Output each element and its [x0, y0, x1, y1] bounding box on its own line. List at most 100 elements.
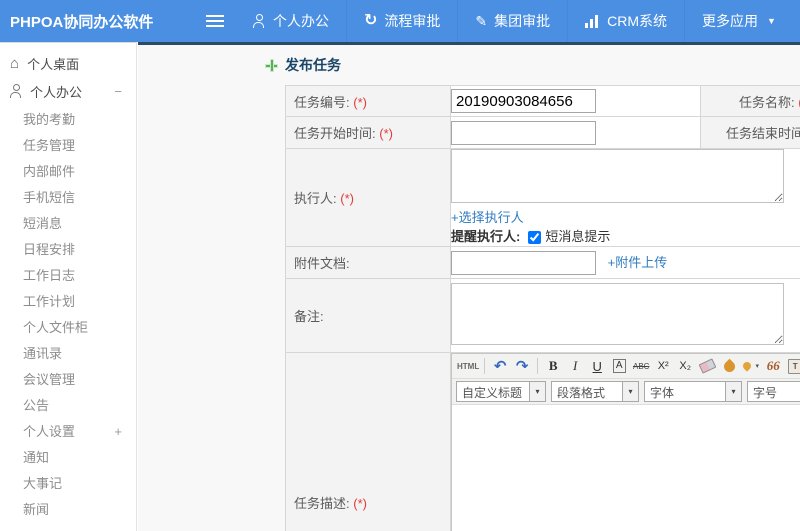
caret-down-icon: ▾ [529, 382, 545, 401]
top-navbar: PHPOA协同办公软件 个人办公 ↻ 流程审批 ✎ 集团审批 CRM系统 更多应… [0, 0, 800, 42]
bold-button[interactable]: B [543, 356, 563, 376]
sidebar-item-task-management[interactable]: 任务管理 [0, 133, 136, 159]
sms-notify-checkbox[interactable] [528, 230, 542, 244]
sidebar-item-notice[interactable]: 通知 [0, 445, 136, 471]
brush-icon [721, 358, 737, 374]
page-title-bar: 发布任务 [265, 45, 800, 85]
nav-more-apps[interactable]: 更多应用 ▼ [684, 0, 793, 42]
nav-label: CRM系统 [607, 13, 668, 29]
redo-button[interactable]: ↷ [512, 356, 532, 376]
chart-icon [585, 14, 600, 28]
sidebar-item-announcement[interactable]: 公告 [0, 393, 136, 419]
editor-toolbar-row1: HTML ↶ ↷ B I U A ABC X² X₂ ▾ 66 T [452, 354, 800, 379]
sidebar-submenu: 我的考勤 任务管理 内部邮件 手机短信 短消息 日程安排 工作日志 工作计划 个… [0, 107, 136, 523]
sidebar-item-label: 个人桌面 [27, 56, 80, 72]
sidebar-item-attendance[interactable]: 我的考勤 [0, 107, 136, 133]
paragraph-format-select[interactable]: 段落格式 ▾ [551, 381, 639, 402]
sidebar-item-file-cabinet[interactable]: 个人文件柜 [0, 315, 136, 341]
sidebar-item-work-log[interactable]: 工作日志 [0, 263, 136, 289]
emoticon-button[interactable]: ▾ [741, 356, 761, 376]
select-value: 自定义标题 [462, 386, 523, 400]
nav-process-approval[interactable]: ↻ 流程审批 [346, 0, 457, 42]
executor-textarea[interactable] [451, 149, 784, 203]
expand-icon[interactable]: + [114, 419, 122, 445]
sidebar-item-internal-mail[interactable]: 内部邮件 [0, 159, 136, 185]
select-value: 字号 [753, 386, 778, 400]
start-time-input[interactable] [451, 120, 596, 145]
sidebar-item-meeting[interactable]: 会议管理 [0, 367, 136, 393]
sidebar: ⌂ 个人桌面 个人办公 − 我的考勤 任务管理 内部邮件 手机短信 短消息 日程… [0, 42, 137, 531]
text-style-button[interactable]: A [609, 356, 629, 376]
blockquote-button[interactable]: 66 [763, 356, 783, 376]
undo-button[interactable]: ↶ [490, 356, 510, 376]
field-label-description: 任务描述: [294, 496, 350, 511]
field-label-end-time: 任务结束时间: [726, 126, 800, 141]
menu-toggle-button[interactable] [200, 6, 230, 36]
field-label-remark: 备注: [294, 309, 324, 324]
nav-label: 集团审批 [494, 13, 551, 29]
select-value: 段落格式 [557, 386, 606, 400]
home-icon: ⌂ [10, 54, 20, 72]
paste-template-button[interactable]: T [785, 356, 800, 376]
eraser-icon [698, 358, 717, 374]
clipboard-icon: T [788, 358, 800, 374]
main-content: 发布任务 任务编号: (*) 任务名称: (*) 任务开始时间: (*) [138, 42, 800, 531]
add-icon [265, 58, 278, 72]
nav-label: 更多应用 [702, 13, 759, 29]
nav-label: 个人办公 [273, 13, 329, 29]
required-mark: (*) [340, 191, 354, 206]
font-family-select[interactable]: 字体 ▾ [644, 381, 742, 402]
field-label-task-no: 任务编号: [294, 94, 350, 110]
field-label-attachment: 附件文档: [294, 256, 350, 271]
collapse-icon[interactable]: − [114, 84, 122, 99]
task-form: 任务编号: (*) 任务名称: (*) 任务开始时间: (*) [285, 85, 800, 531]
sidebar-item-news[interactable]: 新闻 [0, 497, 136, 523]
nav-crm-system[interactable]: CRM系统 [567, 0, 684, 42]
choose-executor-link[interactable]: +选择执行人 [451, 210, 524, 225]
sidebar-item-contacts[interactable]: 通讯录 [0, 341, 136, 367]
remark-textarea[interactable] [451, 283, 784, 345]
sidebar-item-desktop[interactable]: ⌂ 个人桌面 [0, 49, 136, 77]
remind-executor-label: 提醒执行人: [451, 229, 521, 244]
rich-text-editor: HTML ↶ ↷ B I U A ABC X² X₂ ▾ 66 T 自定义标题 … [451, 353, 800, 531]
app-logo: PHPOA协同办公软件 [10, 13, 154, 31]
field-label-start-time: 任务开始时间: [294, 126, 376, 141]
subscript-button[interactable]: X₂ [675, 356, 695, 376]
sidebar-item-mobile-sms[interactable]: 手机短信 [0, 185, 136, 211]
superscript-button[interactable]: X² [653, 356, 673, 376]
sidebar-item-events[interactable]: 大事记 [0, 471, 136, 497]
attachment-input[interactable] [451, 250, 596, 275]
user-icon [10, 84, 23, 98]
sidebar-item-personal-office[interactable]: 个人办公 − [0, 77, 136, 105]
sidebar-item-schedule[interactable]: 日程安排 [0, 237, 136, 263]
underline-button[interactable]: U [587, 356, 607, 376]
sidebar-item-personal-settings[interactable]: 个人设置 + [0, 419, 136, 445]
strikethrough-button[interactable]: ABC [631, 356, 651, 376]
wand-icon [741, 360, 754, 372]
font-size-select[interactable]: 字号 ▾ [747, 381, 800, 402]
nav-label: 流程审批 [384, 13, 441, 29]
sidebar-item-work-plan[interactable]: 工作计划 [0, 289, 136, 315]
edit-icon: ✎ [475, 13, 488, 29]
process-icon: ↻ [364, 12, 378, 29]
required-mark: (*) [353, 94, 367, 110]
text-style-label: A [612, 359, 626, 373]
nav-group-approval[interactable]: ✎ 集团审批 [457, 0, 567, 42]
caret-down-icon: ▼ [767, 16, 776, 26]
sms-notify-label: 短消息提示 [545, 229, 611, 244]
sidebar-item-short-message[interactable]: 短消息 [0, 211, 136, 237]
editor-toolbar-row2: 自定义标题 ▾ 段落格式 ▾ 字体 ▾ 字号 ▾ [452, 379, 800, 405]
task-number-input[interactable] [451, 89, 596, 113]
editor-content-area[interactable] [452, 405, 800, 531]
field-label-executor: 执行人: [294, 191, 337, 206]
custom-title-select[interactable]: 自定义标题 ▾ [456, 381, 546, 402]
upload-attachment-link[interactable]: +附件上传 [608, 255, 668, 270]
page-title: 发布任务 [285, 57, 341, 73]
italic-button[interactable]: I [565, 356, 585, 376]
html-source-button[interactable]: HTML [457, 356, 479, 376]
caret-down-icon: ▾ [622, 382, 638, 401]
format-painter-button[interactable] [719, 356, 739, 376]
nav-personal-office[interactable]: 个人办公 [236, 0, 346, 42]
caret-down-icon: ▾ [755, 363, 759, 370]
remove-format-button[interactable] [697, 356, 717, 376]
